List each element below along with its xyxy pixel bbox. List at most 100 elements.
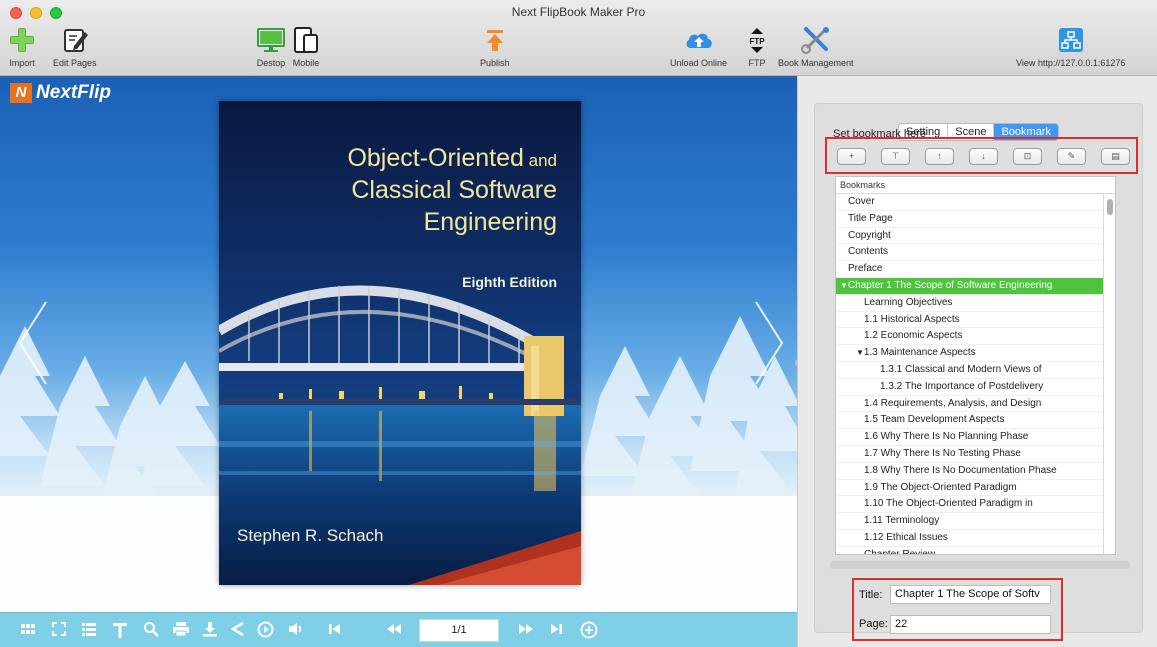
bookmark-item[interactable]: 1.6 Why There Is No Planning Phase (836, 429, 1104, 446)
book-title-line-1: Object-Oriented and (347, 142, 557, 177)
bookmark-item[interactable]: Chapter Review (836, 547, 1104, 555)
bookmark-item[interactable]: 1.9 The Object-Oriented Paradigm (836, 480, 1104, 497)
share-icon[interactable] (230, 621, 246, 637)
title-field[interactable]: Chapter 1 The Scope of Softv (890, 585, 1051, 604)
bookmark-label: 1.2 Economic Aspects (864, 330, 963, 342)
bookmark-item[interactable]: 1.8 Why There Is No Documentation Phase (836, 463, 1104, 480)
fullscreen-icon[interactable] (51, 621, 67, 637)
bookmark-label: Chapter Review (864, 548, 936, 555)
bookmark-label: Learning Objectives (864, 296, 953, 308)
cloud-upload-icon (683, 24, 715, 56)
page-field[interactable]: 22 (890, 615, 1051, 634)
publish-button[interactable]: Publish (480, 24, 510, 68)
edit-bookmark-button[interactable]: ✎ (1057, 148, 1086, 165)
book-title-part-and: and (523, 151, 557, 170)
publish-icon (482, 24, 508, 56)
bookmarks-scrollbar[interactable] (1107, 199, 1113, 215)
add-bookmark-button[interactable]: + (837, 148, 866, 165)
bookmark-label: 1.5 Team Development Aspects (864, 414, 1005, 426)
download-icon[interactable] (202, 621, 218, 637)
bookmark-item[interactable]: 1.10 The Object-Oriented Paradigm in (836, 496, 1104, 514)
bookmark-label: Chapter 1 The Scope of Software Engineer… (847, 279, 1053, 291)
thumbnails-icon[interactable] (20, 621, 36, 637)
previous-page-icon[interactable] (385, 621, 403, 637)
book-title-line-2: Classical Software (351, 176, 557, 204)
last-page-icon[interactable] (549, 621, 563, 637)
bookmark-label: Copyright (848, 229, 891, 241)
mobile-label: Mobile (292, 58, 320, 68)
book-management-button[interactable]: Book Management (778, 24, 854, 68)
bookmark-item[interactable]: 1.11 Terminology (836, 513, 1104, 530)
horizontal-scrollbar[interactable] (830, 561, 1130, 569)
bookmark-label: 1.6 Why There Is No Planning Phase (864, 431, 1029, 443)
expand-toggle-icon[interactable]: ▼ (856, 348, 864, 357)
viewer-control-bar: 1/1 (0, 612, 797, 647)
zoom-in-icon[interactable] (580, 621, 598, 639)
bookmark-item[interactable]: Learning Objectives (836, 295, 1104, 312)
next-page-arrow[interactable] (752, 298, 786, 393)
book-title-part-1: Object-Oriented (347, 144, 524, 172)
bookmark-item[interactable]: 1.3.2 The Importance of Postdelivery (836, 379, 1104, 396)
add-sub-bookmark-button[interactable]: ⊤ (881, 148, 910, 165)
window-title: Next FlipBook Maker Pro (511, 5, 646, 19)
bookmark-label: 1.4 Requirements, Analysis, and Design (864, 397, 1042, 409)
book-edition: Eighth Edition (462, 274, 557, 290)
bookmark-item[interactable]: 1.4 Requirements, Analysis, and Design (836, 396, 1104, 413)
search-icon[interactable] (143, 621, 159, 637)
bookmark-label: 1.3.1 Classical and Modern Views of (880, 363, 1042, 375)
import-label: Import (9, 58, 35, 68)
bookmark-item[interactable]: 1.7 Why There Is No Testing Phase (836, 446, 1104, 463)
page-label: Page: (859, 618, 888, 630)
ftp-button[interactable]: FTP FTP (746, 24, 768, 68)
bookmark-item[interactable]: 1.3.1 Classical and Modern Views of (836, 362, 1104, 379)
bookmark-item[interactable]: ▼1.3 Maintenance Aspects (836, 345, 1104, 362)
bookmark-label: 1.10 The Object-Oriented Paradigm in (864, 498, 1033, 510)
delete-bookmark-button[interactable]: ▤ (1101, 148, 1130, 165)
page-number-input[interactable]: 1/1 (419, 619, 499, 642)
upload-online-button[interactable]: Unload Online (670, 24, 727, 68)
desktop-button[interactable]: Destop (256, 24, 286, 68)
sound-icon[interactable] (288, 621, 305, 637)
svg-text:FTP: FTP (749, 37, 765, 46)
bookmark-label: 1.3.2 The Importance of Postdelivery (880, 380, 1044, 392)
bookmarks-rows: Cover Title Page Copyright Contents Preface ▼… (836, 194, 1115, 555)
book-management-label: Book Management (778, 58, 854, 68)
bookmark-item[interactable]: Contents (836, 244, 1104, 262)
first-page-icon[interactable] (328, 621, 342, 637)
bookmark-label: Contents (848, 246, 889, 258)
view-button[interactable]: View http://127.0.0.1:61276 (1016, 24, 1125, 68)
move-up-bookmark-button[interactable]: ↑ (925, 148, 954, 165)
view-label: View http://127.0.0.1:61276 (1016, 58, 1126, 68)
bookmark-item[interactable]: 1.1 Historical Aspects (836, 312, 1104, 329)
text-icon[interactable] (112, 621, 128, 639)
bookmark-item[interactable]: 1.12 Ethical Issues (836, 530, 1104, 547)
expand-toggle-icon[interactable]: ▼ (840, 281, 848, 290)
desktop-label: Destop (256, 58, 286, 68)
bookmarks-list[interactable]: Bookmarks Cover Title Page Copyright Conten… (835, 176, 1116, 555)
bookmark-label: 1.12 Ethical Issues (864, 531, 948, 543)
logo-mark: N (10, 83, 32, 103)
import-button[interactable]: Import (8, 24, 36, 68)
nextflip-logo: N NextFlip (10, 82, 111, 104)
bookmark-item[interactable]: Title Page (836, 211, 1104, 228)
bookmark-label: Preface (848, 263, 883, 275)
bookmark-item[interactable]: ▼Chapter 1 The Scope of Software Enginee… (836, 277, 1104, 295)
previous-page-arrow[interactable] (16, 298, 50, 393)
bookmark-item[interactable]: 1.5 Team Development Aspects (836, 412, 1104, 430)
import-bookmark-button[interactable]: ⊡ (1013, 148, 1042, 165)
table-of-contents-icon[interactable] (81, 621, 97, 637)
autoplay-icon[interactable] (257, 621, 274, 638)
bookmark-item[interactable]: Cover (836, 194, 1104, 211)
mobile-button[interactable]: Mobile (292, 24, 320, 68)
ftp-label: FTP (748, 58, 766, 68)
bookmark-label: 1.7 Why There Is No Testing Phase (864, 447, 1021, 459)
edit-pages-button[interactable]: Edit Pages (53, 24, 97, 68)
print-icon[interactable] (172, 621, 190, 637)
bookmark-label: 1.3 Maintenance Aspects (863, 347, 976, 359)
next-page-icon[interactable] (517, 621, 535, 637)
bookmark-item[interactable]: Copyright (836, 228, 1104, 245)
bookmark-item[interactable]: 1.2 Economic Aspects (836, 328, 1104, 346)
bookmark-item[interactable]: Preface (836, 261, 1104, 278)
move-down-bookmark-button[interactable]: ↓ (969, 148, 998, 165)
book-cover[interactable]: Object-Oriented and Classical Software E… (219, 101, 581, 585)
